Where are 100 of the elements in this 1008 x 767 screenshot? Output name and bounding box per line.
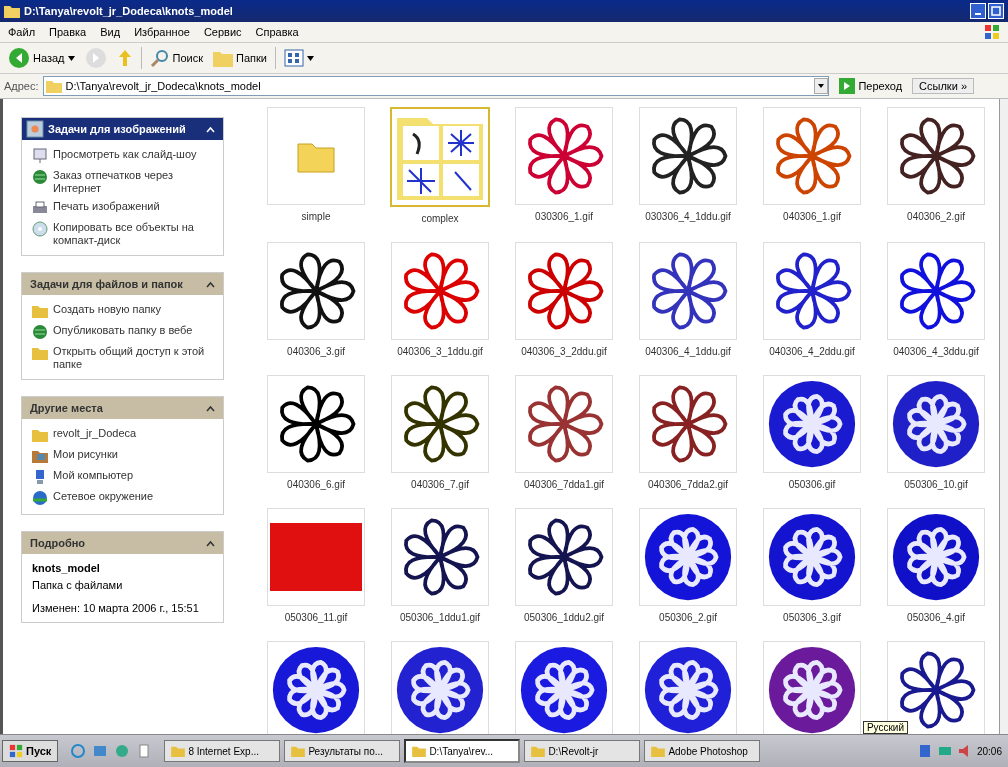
globe-icon [32, 324, 48, 340]
collapse-icon[interactable] [206, 280, 215, 288]
file-name: 040306_3_1ddu.gif [397, 346, 483, 357]
caret-icon [67, 55, 75, 61]
menu-item[interactable]: Файл [8, 26, 36, 38]
taskbar-button[interactable]: D:\Tanya\rev... [404, 739, 521, 763]
file-name: 050306_11.gif [284, 612, 348, 623]
file-name: 040306_4_2ddu.gif [769, 346, 855, 357]
file-name: 030306_4_1ddu.gif [645, 211, 731, 222]
task-link[interactable]: Открыть общий доступ к этой папке [32, 345, 213, 371]
task-link[interactable]: Создать новую папку [32, 303, 213, 319]
panel-header[interactable]: Задачи для файлов и папок [22, 273, 223, 295]
taskbar-button[interactable]: 8 Internet Exp... [164, 740, 281, 762]
file-name: 040306_7dda1.gif [523, 479, 605, 490]
folder-icon [171, 745, 186, 757]
folder-icon [32, 427, 48, 443]
folders-button[interactable]: Папки [211, 49, 269, 67]
slideshow-icon [32, 148, 48, 164]
file-name: 040306_3.gif [287, 346, 345, 357]
file-name: 050306.gif [788, 479, 836, 490]
task-link[interactable]: Печать изображений [32, 200, 213, 216]
task-link[interactable]: Мои рисунки [32, 448, 213, 464]
file-name: simple [301, 211, 331, 222]
search-icon [149, 48, 170, 68]
taskbar-button[interactable]: Adobe Photoshop [644, 740, 761, 762]
file-name: 040306_4_3ddu.gif [893, 346, 979, 357]
file-name: 040306_3_2ddu.gif [521, 346, 607, 357]
file-name: 030306_1.gif [535, 211, 593, 222]
file-name: 050306_10.gif [904, 479, 968, 490]
minimize-icon [975, 13, 981, 15]
maximize-icon [991, 6, 1001, 16]
task-link[interactable]: Опубликовать папку в вебе [32, 324, 213, 340]
file-name: 040306_1.gif [783, 211, 841, 222]
globe-icon [32, 169, 48, 185]
folder-name: knots_model [32, 562, 101, 574]
file-name: 040306_7.gif [411, 479, 469, 490]
menu-item[interactable]: Вид [100, 26, 121, 38]
menu-item[interactable]: Справка [255, 26, 299, 38]
panel-header[interactable]: Задачи для изображений [22, 118, 223, 140]
scrollbar[interactable] [999, 99, 1008, 734]
caret-icon [306, 55, 314, 61]
address-label: Адрес: [4, 80, 39, 92]
folder-icon [531, 745, 546, 757]
folder-icon [32, 303, 48, 319]
task-link[interactable]: Копировать все объекты на компакт-диск [32, 221, 213, 247]
folder-icon [412, 745, 427, 757]
task-link[interactable]: Заказ отпечатков через Интернет [32, 169, 213, 195]
task-link[interactable]: revolt_jr_Dodeca [32, 427, 213, 443]
thumbnail[interactable] [267, 107, 365, 205]
go-button[interactable]: Переход [833, 77, 909, 95]
collapse-icon[interactable] [206, 404, 215, 412]
panel-header[interactable]: Другие места [22, 397, 223, 419]
folder-icon [45, 79, 62, 93]
file-name: 040306_6.gif [287, 479, 345, 490]
thumbnail[interactable] [267, 508, 365, 606]
folder-icon [4, 4, 20, 18]
network-icon [32, 490, 48, 506]
taskbar-button[interactable]: D:\Revolt-jr [524, 740, 641, 762]
folder-icon [651, 745, 666, 757]
printer-icon [32, 200, 48, 216]
folder-icon [291, 745, 306, 757]
folder-type: Папка с файлами [32, 579, 124, 591]
file-name: 040306_2.gif [907, 211, 965, 222]
file-name: 040306_4_1ddu.gif [645, 346, 731, 357]
search-button[interactable]: Поиск [147, 48, 205, 68]
pictures-icon [26, 120, 44, 138]
file-name: 040306_7dda2.gif [647, 479, 729, 490]
language-tooltip: Русский [862, 721, 908, 734]
file-name: 050306_1ddu1.gif [399, 612, 481, 623]
links-button[interactable]: Ссылки » [912, 78, 974, 94]
windows-logo-icon [984, 24, 1000, 40]
disc-icon [32, 221, 48, 237]
menu-item[interactable]: Сервис [203, 26, 242, 38]
modified-date: Изменен: 10 марта 2006 г., 15:51 [32, 602, 200, 614]
file-name: 050306_1ddu2.gif [523, 612, 605, 623]
address-field[interactable]: D:\Tanya\revolt_jr_Dodeca\knots_model [42, 76, 830, 96]
taskbar-button[interactable]: Результаты по... [284, 740, 401, 762]
views-icon [283, 49, 304, 67]
views-button[interactable] [281, 49, 316, 67]
folder-icon [213, 49, 233, 67]
task-link[interactable]: Просмотреть как слайд-шоу [32, 148, 213, 164]
maximize-button[interactable] [988, 3, 1004, 19]
pictures-icon [32, 448, 48, 464]
clock: 20:06 [976, 745, 1002, 757]
task-link[interactable]: Мой компьютер [32, 469, 213, 485]
file-name: 050306_4.gif [907, 612, 965, 623]
file-name: complex [421, 213, 459, 224]
collapse-icon[interactable] [206, 539, 215, 547]
back-button[interactable]: Назад [6, 47, 77, 69]
start-button[interactable]: Пуск [2, 740, 59, 762]
windows-logo-icon [9, 744, 23, 758]
menu-item[interactable]: Правка [49, 26, 87, 38]
menu-item[interactable]: Избранное [134, 26, 190, 38]
minimize-button[interactable] [970, 3, 986, 19]
task-link[interactable]: Сетевое окружение [32, 490, 213, 506]
window-title: D:\Tanya\revolt_jr_Dodeca\knots_model [24, 5, 234, 17]
panel-header[interactable]: Подробно [22, 532, 223, 554]
file-name: 050306_2.gif [659, 612, 717, 623]
folder-icon [32, 345, 48, 361]
file-name: 050306_3.gif [783, 612, 841, 623]
